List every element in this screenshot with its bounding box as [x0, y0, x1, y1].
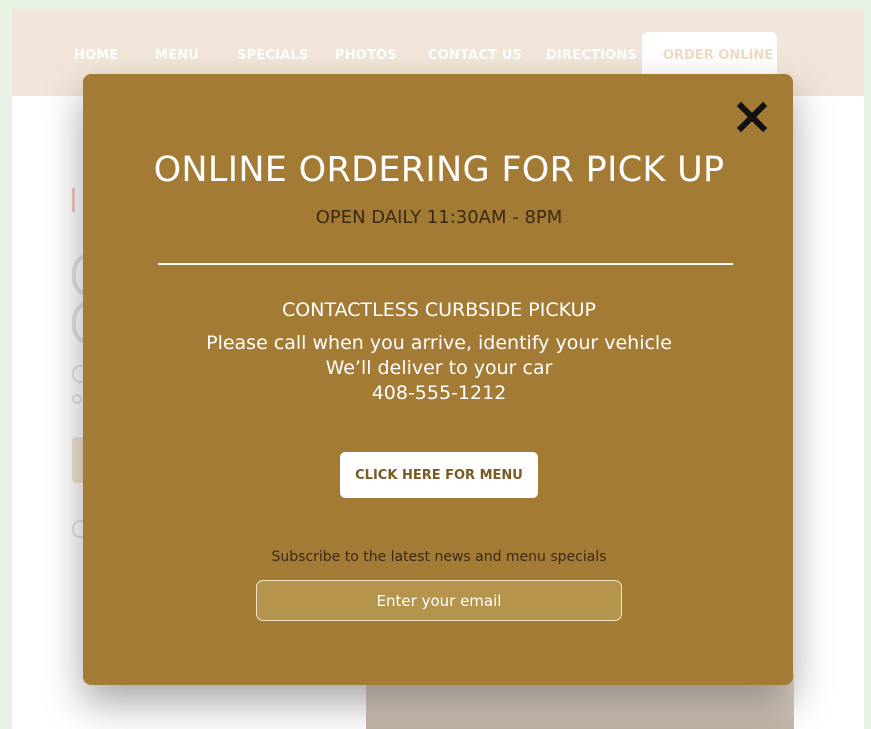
nav-item-menu[interactable]: MENU: [155, 48, 199, 63]
nav-item-directions[interactable]: DIRECTIONS: [546, 48, 637, 63]
close-button[interactable]: [733, 98, 771, 136]
email-input[interactable]: [256, 580, 622, 621]
pickup-heading: CONTACTLESS CURBSIDE PICKUP: [282, 299, 596, 321]
ordering-modal: ONLINE ORDERING FOR PICK UP OPEN DAILY 1…: [83, 74, 793, 685]
phone-number[interactable]: 408-555-1212: [83, 382, 795, 404]
nav-item-photos[interactable]: PHOTOS: [335, 48, 397, 63]
close-icon: [733, 98, 771, 136]
menu-button-label: CLICK HERE FOR MENU: [355, 467, 523, 483]
menu-button[interactable]: CLICK HERE FOR MENU: [340, 452, 538, 498]
background-text-fragment: [72, 394, 82, 404]
pickup-delivery-note: We’ll deliver to your car: [325, 357, 553, 379]
divider: [158, 263, 733, 265]
nav-item-home[interactable]: HOME: [74, 48, 119, 63]
nav-item-contact-us[interactable]: CONTACT US: [428, 48, 522, 63]
order-online-label: ORDER ONLINE: [663, 48, 774, 63]
modal-title: ONLINE ORDERING FOR PICK UP: [153, 150, 725, 190]
subscribe-text: Subscribe to the latest news and menu sp…: [271, 549, 607, 565]
opening-hours: OPEN DAILY 11:30AM - 8PM: [315, 207, 563, 228]
pickup-instruction: Please call when you arrive, identify yo…: [206, 332, 672, 354]
nav-item-specials[interactable]: SPECIALS: [237, 48, 308, 63]
